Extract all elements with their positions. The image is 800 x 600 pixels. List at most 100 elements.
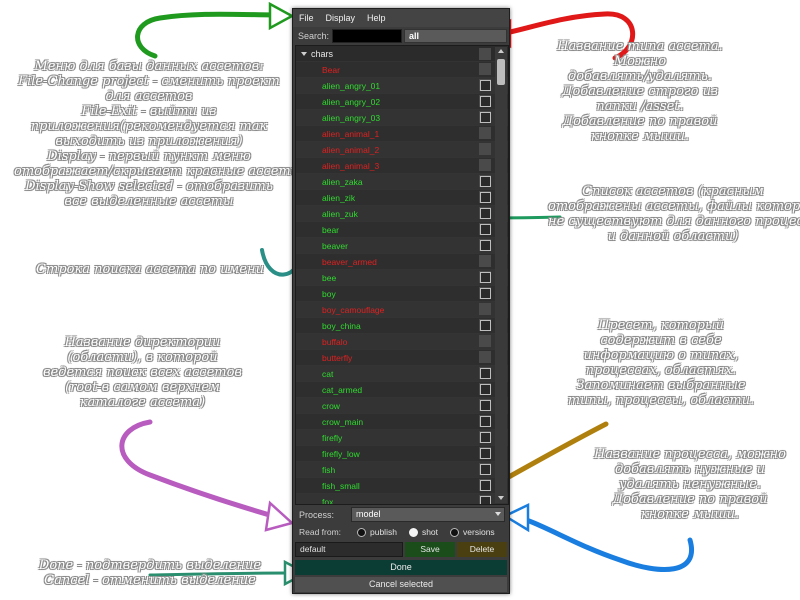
asset-row[interactable]: cat	[296, 366, 508, 382]
asset-name: alien_zik	[322, 192, 356, 203]
radio-versions-label: versions	[463, 527, 495, 537]
asset-row[interactable]: alien_angry_03	[296, 110, 508, 126]
menu-display[interactable]: Display	[320, 13, 362, 23]
asset-checkbox[interactable]	[480, 384, 491, 395]
directory-arrowhead	[264, 500, 295, 532]
annotation-directory: Название директории (области), в которой…	[42, 335, 243, 410]
asset-row[interactable]: alien_animal_3	[296, 158, 508, 174]
cancel-selected-button[interactable]: Cancel selected	[295, 577, 507, 592]
delete-button[interactable]: Delete	[457, 542, 507, 557]
category-row[interactable]: chars	[296, 46, 508, 62]
asset-row[interactable]: fish	[296, 462, 508, 478]
menu-file[interactable]: File	[293, 13, 320, 23]
asset-row[interactable]: buffalo	[296, 334, 508, 350]
asset-row[interactable]: crow_main	[296, 414, 508, 430]
asset-row[interactable]: cat_armed	[296, 382, 508, 398]
asset-name: beaver	[322, 240, 348, 251]
asset-row[interactable]: bee	[296, 270, 508, 286]
asset-checkbox[interactable]	[480, 112, 491, 123]
asset-checkbox[interactable]	[480, 288, 491, 299]
asset-checkbox[interactable]	[480, 464, 491, 475]
list-scrollbar[interactable]	[495, 47, 507, 503]
asset-name: buffalo	[322, 336, 348, 347]
asset-checkbox[interactable]	[480, 448, 491, 459]
asset-checkbox[interactable]	[480, 480, 491, 491]
asset-checkbox[interactable]	[480, 80, 491, 91]
asset-name: fish	[322, 464, 336, 475]
asset-name: crow_main	[322, 416, 364, 427]
asset-row[interactable]: crow	[296, 398, 508, 414]
asset-checkbox[interactable]	[480, 272, 491, 283]
asset-row[interactable]: beaver	[296, 238, 508, 254]
asset-checkbox[interactable]	[480, 320, 491, 331]
search-input[interactable]	[332, 29, 402, 43]
asset-rows: Bear alien_angry_01 alien_angry_02 alien_an…	[296, 62, 508, 505]
asset-checkbox[interactable]	[480, 224, 491, 235]
radio-shot-icon[interactable]	[408, 527, 418, 537]
radio-publish[interactable]: publish	[357, 527, 397, 537]
asset-row[interactable]: firefly_low	[296, 446, 508, 462]
asset-checkbox-bg	[479, 63, 491, 75]
expand-triangle-icon[interactable]	[301, 51, 307, 56]
radio-versions-icon[interactable]	[450, 527, 460, 537]
save-button[interactable]: Save	[405, 542, 455, 557]
scrollbar-thumb[interactable]	[497, 59, 505, 85]
radio-shot[interactable]: shot	[408, 527, 438, 537]
asset-checkbox-bg	[479, 255, 491, 267]
radio-versions[interactable]: versions	[450, 527, 495, 537]
asset-checkbox[interactable]	[480, 208, 491, 219]
asset-checkbox-bg	[479, 159, 491, 171]
asset-row[interactable]: alien_zik	[296, 190, 508, 206]
category-checkbox-bg	[479, 47, 492, 60]
asset-row[interactable]: firefly	[296, 430, 508, 446]
asset-row[interactable]: alien_angry_01	[296, 78, 508, 94]
asset-name: firefly	[322, 432, 343, 443]
asset-name: cat_armed	[322, 384, 363, 395]
asset-checkbox[interactable]	[480, 240, 491, 251]
asset-row[interactable]: fish_small	[296, 478, 508, 494]
asset-row[interactable]: alien_animal_1	[296, 126, 508, 142]
annotation-done: Done - подтвердить выделение Cancel - от…	[38, 558, 262, 588]
asset-row[interactable]: beaver_armed	[296, 254, 508, 270]
asset-checkbox-bg	[479, 303, 491, 315]
area-field[interactable]: all	[404, 29, 507, 43]
asset-name: boy_camouflage	[322, 304, 385, 315]
asset-checkbox[interactable]	[480, 192, 491, 203]
search-label: Search:	[298, 31, 330, 41]
annotation-area: Название типа ассета. Можно добавлять/уд…	[557, 39, 723, 144]
asset-row[interactable]: butterfly	[296, 350, 508, 366]
preset-field[interactable]: default	[295, 542, 403, 557]
process-select[interactable]: model	[351, 507, 505, 522]
menu-bar: File Display Help	[293, 9, 509, 27]
menu-help[interactable]: Help	[361, 13, 392, 23]
asset-row[interactable]: fox	[296, 494, 508, 505]
asset-checkbox[interactable]	[480, 176, 491, 187]
asset-checkbox[interactable]	[480, 496, 491, 504]
asset-checkbox[interactable]	[480, 400, 491, 411]
asset-name: beaver_armed	[322, 256, 377, 267]
asset-row[interactable]: boy	[296, 286, 508, 302]
asset-name: alien_animal_3	[322, 160, 380, 171]
asset-row[interactable]: alien_zaka	[296, 174, 508, 190]
asset-row[interactable]: Bear	[296, 62, 508, 78]
asset-name: cat	[322, 368, 334, 379]
asset-row[interactable]: bear	[296, 222, 508, 238]
scroll-down-icon[interactable]	[498, 496, 504, 500]
process-label: Process:	[299, 509, 335, 520]
asset-checkbox[interactable]	[480, 432, 491, 443]
done-button[interactable]: Done	[295, 560, 507, 575]
asset-checkbox-bg	[479, 127, 491, 139]
asset-checkbox[interactable]	[480, 96, 491, 107]
annotation-process: Название процесса, можно добавлять нужны…	[594, 447, 786, 522]
asset-row[interactable]: boy_camouflage	[296, 302, 508, 318]
asset-name: fox	[322, 496, 334, 505]
radio-publish-icon[interactable]	[357, 527, 366, 537]
asset-checkbox[interactable]	[480, 416, 491, 427]
asset-row[interactable]: boy_china	[296, 318, 508, 334]
asset-name: firefly_low	[322, 448, 360, 459]
asset-row[interactable]: alien_zuk	[296, 206, 508, 222]
asset-row[interactable]: alien_angry_02	[296, 94, 508, 110]
asset-checkbox[interactable]	[480, 368, 491, 379]
scroll-up-icon[interactable]	[498, 49, 504, 53]
asset-row[interactable]: alien_animal_2	[296, 142, 508, 158]
